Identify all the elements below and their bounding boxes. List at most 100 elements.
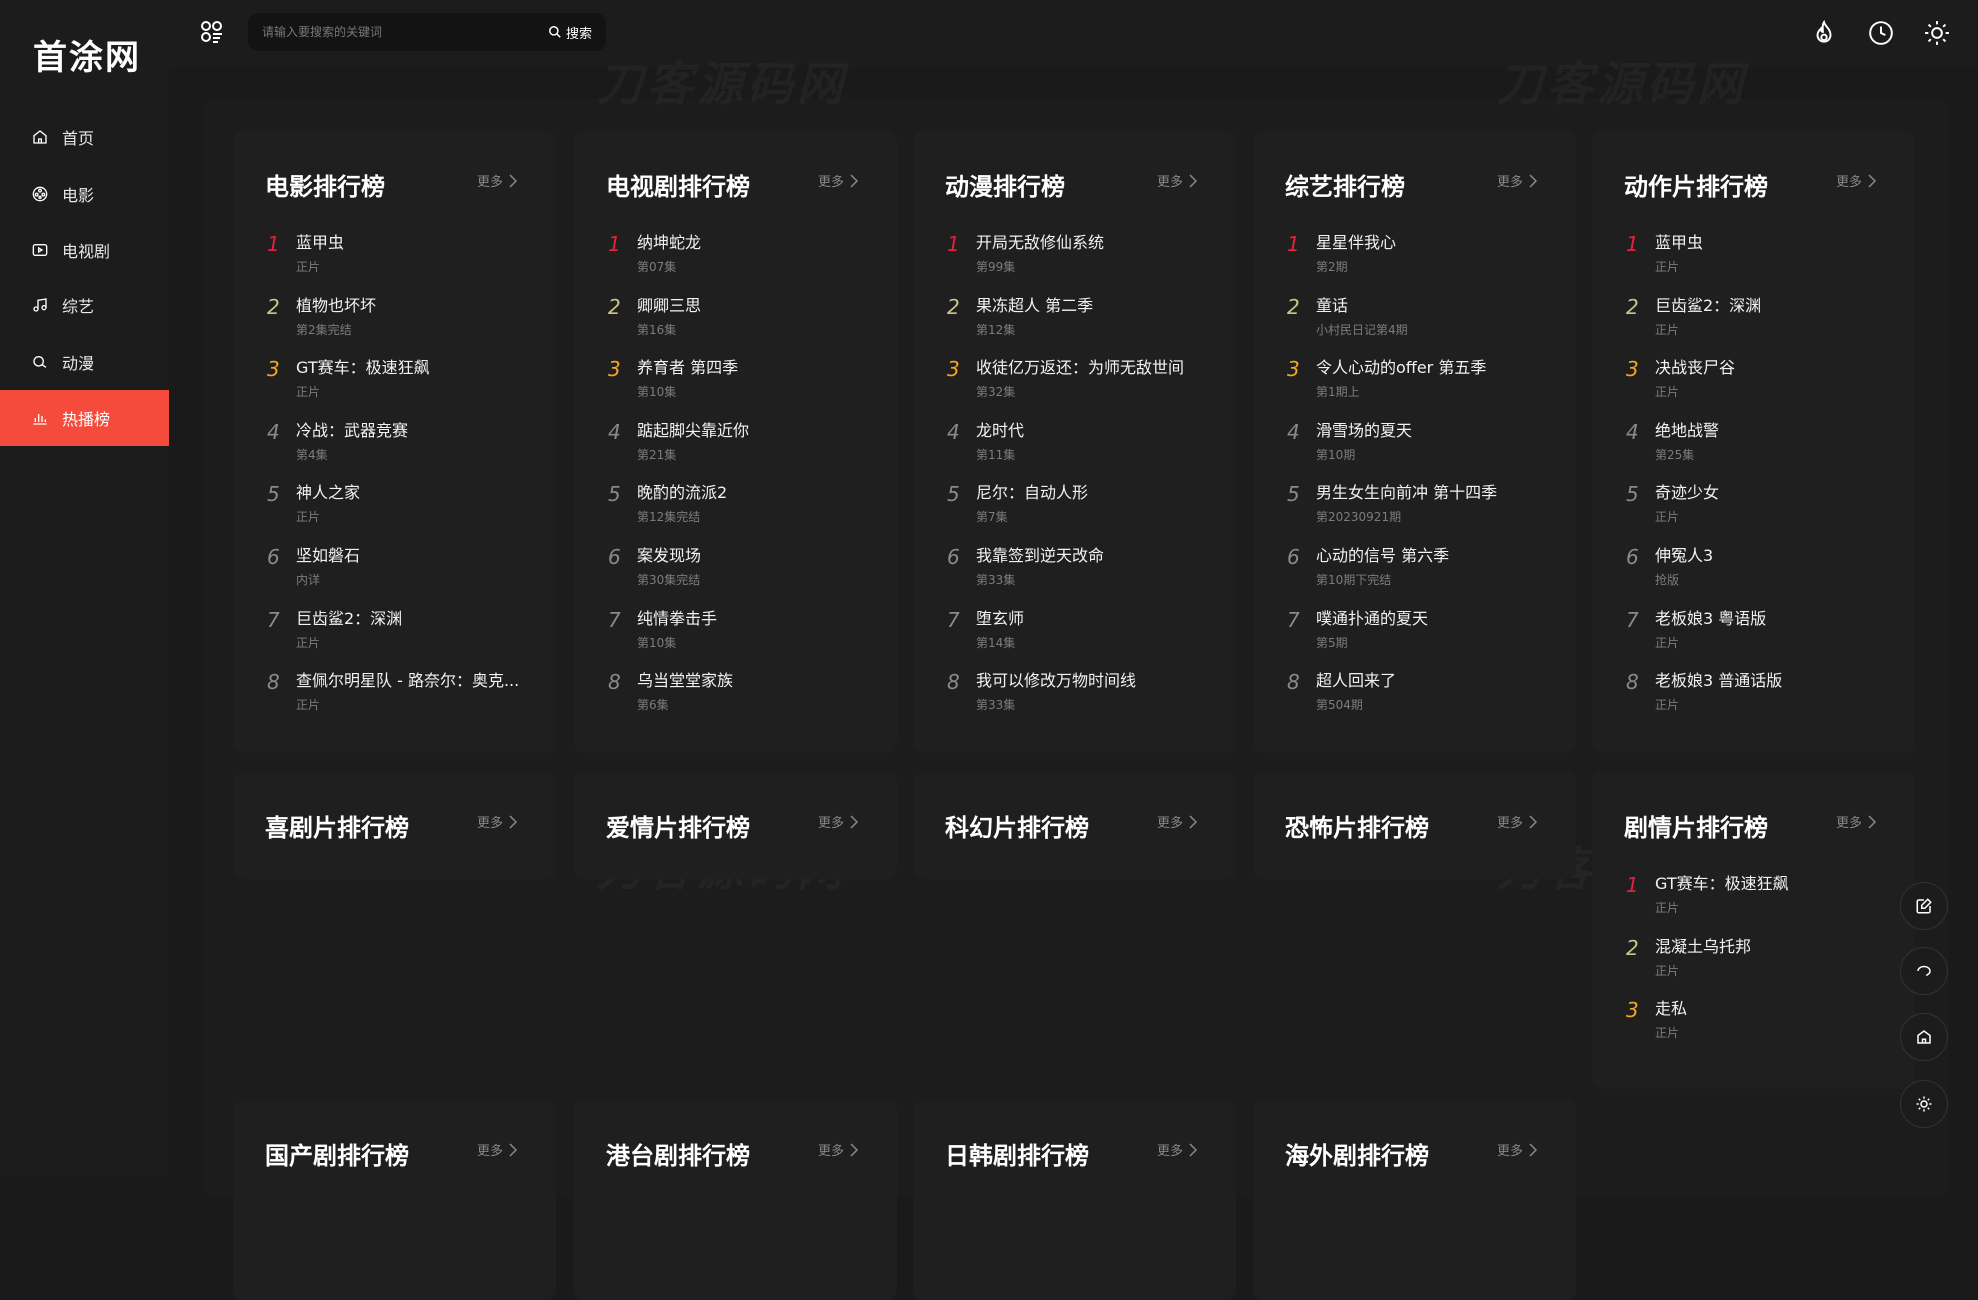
list-item[interactable]: 8 乌当堂堂家族 第6集 xyxy=(606,664,876,720)
more-link[interactable]: 更多 xyxy=(818,1140,859,1159)
more-link[interactable]: 更多 xyxy=(477,1140,518,1159)
item-title[interactable]: 植物也坏坏 xyxy=(296,292,376,316)
list-item[interactable]: 2 植物也坏坏 第2集完结 xyxy=(265,289,535,345)
item-title[interactable]: 心动的信号 第六季 xyxy=(1316,542,1449,566)
list-item[interactable]: 5 奇迹少女 正片 xyxy=(1624,476,1894,532)
list-item[interactable]: 5 晚酌的流派2 第12集完结 xyxy=(606,476,876,532)
list-item[interactable]: 1 纳坤蛇龙 第07集 xyxy=(606,226,876,282)
list-item[interactable]: 4 龙时代 第11集 xyxy=(945,414,1215,470)
item-title[interactable]: 堕玄师 xyxy=(976,605,1024,629)
item-title[interactable]: 老板娘3 普通话版 xyxy=(1655,667,1782,691)
list-item[interactable]: 6 我靠签到逆天改命 第33集 xyxy=(945,539,1215,595)
card-title[interactable]: 科幻片排行榜 xyxy=(945,808,1089,843)
item-title[interactable]: 走私 xyxy=(1655,995,1687,1019)
list-item[interactable]: 4 踮起脚尖靠近你 第21集 xyxy=(606,414,876,470)
list-item[interactable]: 3 养育者 第四季 第10集 xyxy=(606,351,876,407)
list-item[interactable]: 8 我可以修改万物时间线 第33集 xyxy=(945,664,1215,720)
item-title[interactable]: 混凝土乌托邦 xyxy=(1655,933,1751,957)
card-title[interactable]: 动作片排行榜 xyxy=(1624,167,1768,202)
sidebar-item-3[interactable]: 综艺 xyxy=(0,277,169,333)
list-item[interactable]: 3 决战丧尸谷 正片 xyxy=(1624,351,1894,407)
item-title[interactable]: 童话 xyxy=(1316,292,1348,316)
sidebar-item-1[interactable]: 电影 xyxy=(0,166,169,222)
item-title[interactable]: 决战丧尸谷 xyxy=(1655,354,1735,378)
more-link[interactable]: 更多 xyxy=(1157,1140,1198,1159)
item-title[interactable]: 滑雪场的夏天 xyxy=(1316,417,1412,441)
item-title[interactable]: 星星伴我心 xyxy=(1316,229,1396,253)
list-item[interactable]: 7 老板娘3 粤语版 正片 xyxy=(1624,602,1894,658)
sidebar-item-5[interactable]: 热播榜 xyxy=(0,390,169,446)
more-link[interactable]: 更多 xyxy=(1157,812,1198,831)
more-link[interactable]: 更多 xyxy=(1497,1140,1538,1159)
item-title[interactable]: 蓝甲虫 xyxy=(296,229,344,253)
item-title[interactable]: 超人回来了 xyxy=(1316,667,1396,691)
item-title[interactable]: GT赛车：极速狂飙 xyxy=(1655,870,1789,894)
card-title[interactable]: 电影排行榜 xyxy=(265,167,385,202)
card-title[interactable]: 国产剧排行榜 xyxy=(265,1136,409,1171)
item-title[interactable]: GT赛车：极速狂飙 xyxy=(296,354,430,378)
logo[interactable]: 首涂网 xyxy=(33,30,141,79)
list-item[interactable]: 3 收徒亿万返还：为师无敌世间 第32集 xyxy=(945,351,1215,407)
list-item[interactable]: 2 混凝土乌托邦 正片 xyxy=(1624,930,1894,986)
list-item[interactable]: 1 星星伴我心 第2期 xyxy=(1285,226,1555,282)
more-link[interactable]: 更多 xyxy=(1157,171,1198,190)
item-title[interactable]: 果冻超人 第二季 xyxy=(976,292,1093,316)
item-title[interactable]: 龙时代 xyxy=(976,417,1024,441)
item-title[interactable]: 冷战：武器竞赛 xyxy=(296,417,408,441)
list-item[interactable]: 4 冷战：武器竞赛 第4集 xyxy=(265,414,535,470)
history-clock-icon[interactable] xyxy=(1868,20,1894,46)
list-item[interactable]: 6 心动的信号 第六季 第10期下完结 xyxy=(1285,539,1555,595)
item-title[interactable]: 养育者 第四季 xyxy=(637,354,738,378)
item-title[interactable]: 噗通扑通的夏天 xyxy=(1316,605,1428,629)
item-title[interactable]: 我靠签到逆天改命 xyxy=(976,542,1104,566)
list-item[interactable]: 1 GT赛车：极速狂飙 正片 xyxy=(1624,867,1894,923)
item-title[interactable]: 神人之家 xyxy=(296,479,360,503)
more-link[interactable]: 更多 xyxy=(818,171,859,190)
list-item[interactable]: 2 巨齿鲨2：深渊 正片 xyxy=(1624,289,1894,345)
item-title[interactable]: 男生女生向前冲 第十四季 xyxy=(1316,479,1497,503)
list-item[interactable]: 5 男生女生向前冲 第十四季 第20230921期 xyxy=(1285,476,1555,532)
list-item[interactable]: 3 走私 正片 xyxy=(1624,992,1894,1048)
more-link[interactable]: 更多 xyxy=(1836,812,1877,831)
item-title[interactable]: 开局无敌修仙系统 xyxy=(976,229,1104,253)
item-title[interactable]: 老板娘3 粤语版 xyxy=(1655,605,1766,629)
item-title[interactable]: 尼尔：自动人形 xyxy=(976,479,1088,503)
item-title[interactable]: 纳坤蛇龙 xyxy=(637,229,701,253)
card-title[interactable]: 港台剧排行榜 xyxy=(606,1136,750,1171)
item-title[interactable]: 查佩尔明星队 - 路奈尔：奥克... xyxy=(296,667,519,691)
list-item[interactable]: 4 滑雪场的夏天 第10期 xyxy=(1285,414,1555,470)
list-item[interactable]: 2 卿卿三思 第16集 xyxy=(606,289,876,345)
list-item[interactable]: 7 堕玄师 第14集 xyxy=(945,602,1215,658)
item-title[interactable]: 踮起脚尖靠近你 xyxy=(637,417,749,441)
list-item[interactable]: 2 果冻超人 第二季 第12集 xyxy=(945,289,1215,345)
item-title[interactable]: 收徒亿万返还：为师无敌世间 xyxy=(976,354,1184,378)
list-item[interactable]: 3 令人心动的offer 第五季 第1期上 xyxy=(1285,351,1555,407)
more-link[interactable]: 更多 xyxy=(1836,171,1877,190)
item-title[interactable]: 奇迹少女 xyxy=(1655,479,1719,503)
item-title[interactable]: 绝地战警 xyxy=(1655,417,1719,441)
item-title[interactable]: 巨齿鲨2：深渊 xyxy=(296,605,402,629)
more-link[interactable]: 更多 xyxy=(477,812,518,831)
card-title[interactable]: 动漫排行榜 xyxy=(945,167,1065,202)
theme-sun-float-button[interactable] xyxy=(1900,1080,1948,1128)
item-title[interactable]: 案发现场 xyxy=(637,542,701,566)
more-link[interactable]: 更多 xyxy=(477,171,518,190)
item-title[interactable]: 伸冤人3 xyxy=(1655,542,1713,566)
edit-float-button[interactable] xyxy=(1900,882,1948,930)
list-item[interactable]: 5 神人之家 正片 xyxy=(265,476,535,532)
card-title[interactable]: 电视剧排行榜 xyxy=(606,167,750,202)
list-item[interactable]: 5 尼尔：自动人形 第7集 xyxy=(945,476,1215,532)
item-title[interactable]: 我可以修改万物时间线 xyxy=(976,667,1136,691)
item-title[interactable]: 卿卿三思 xyxy=(637,292,701,316)
list-item[interactable]: 8 超人回来了 第504期 xyxy=(1285,664,1555,720)
list-item[interactable]: 1 开局无敌修仙系统 第99集 xyxy=(945,226,1215,282)
list-item[interactable]: 6 伸冤人3 抢版 xyxy=(1624,539,1894,595)
home-float-button[interactable] xyxy=(1900,1013,1948,1061)
list-item[interactable]: 3 GT赛车：极速狂飙 正片 xyxy=(265,351,535,407)
more-link[interactable]: 更多 xyxy=(1497,812,1538,831)
list-item[interactable]: 8 老板娘3 普通话版 正片 xyxy=(1624,664,1894,720)
item-title[interactable]: 乌当堂堂家族 xyxy=(637,667,733,691)
sidebar-item-2[interactable]: 电视剧 xyxy=(0,222,169,278)
list-item[interactable]: 4 绝地战警 第25集 xyxy=(1624,414,1894,470)
list-item[interactable]: 6 案发现场 第30集完结 xyxy=(606,539,876,595)
